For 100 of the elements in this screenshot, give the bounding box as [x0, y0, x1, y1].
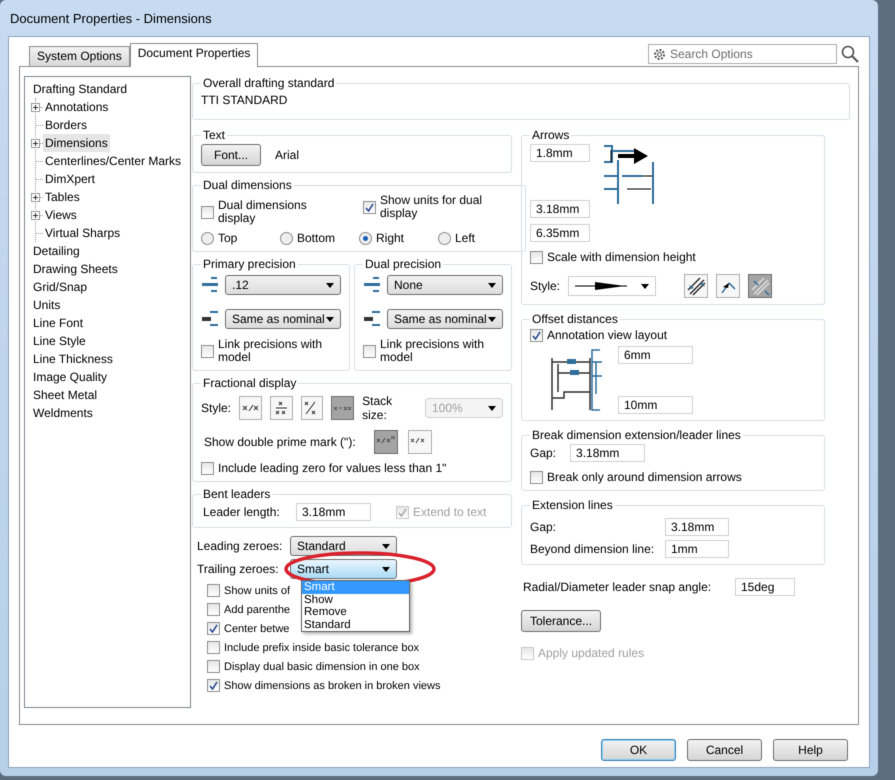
- checkbox[interactable]: [201, 344, 214, 358]
- text-field[interactable]: 15deg: [735, 578, 795, 596]
- tree-item[interactable]: Detailing: [31, 242, 82, 260]
- arrow-placement-button[interactable]: [684, 274, 708, 298]
- tree-item[interactable]: Borders: [43, 116, 90, 134]
- tree-item[interactable]: Views: [43, 206, 79, 224]
- checkbox-label: Show units for dual display: [380, 194, 484, 220]
- trailing-zeroes-dropdown[interactable]: Smart: [290, 559, 397, 579]
- expand-icon[interactable]: [31, 138, 40, 148]
- arrow-placement-icon: [750, 276, 770, 296]
- tree-item[interactable]: Virtual Sharps: [43, 224, 122, 242]
- radio-button[interactable]: [201, 232, 214, 244]
- fraction-style-button[interactable]: [239, 396, 262, 420]
- text-field[interactable]: 3.18mm: [665, 518, 729, 536]
- dropdown-option[interactable]: Standard: [302, 618, 409, 631]
- checkbox[interactable]: [201, 462, 214, 474]
- tree-item[interactable]: Image Quality: [31, 368, 110, 386]
- text-field[interactable]: 6mm: [618, 346, 693, 364]
- font-button[interactable]: Font...: [201, 144, 262, 166]
- tree-item[interactable]: Drafting Standard: [31, 80, 130, 98]
- caret-icon: [382, 544, 390, 548]
- checkbox-label: Annotation view layout: [547, 328, 668, 342]
- text-field[interactable]: 10mm: [618, 396, 693, 414]
- prime-mark-button[interactable]: [408, 430, 432, 454]
- checkbox[interactable]: [207, 641, 220, 654]
- expand-icon[interactable]: [31, 210, 40, 220]
- dropdown-option[interactable]: Remove: [302, 606, 409, 618]
- checkbox[interactable]: [207, 603, 220, 616]
- expand-icon[interactable]: [31, 192, 40, 202]
- tree-item[interactable]: Drawing Sheets: [31, 260, 120, 278]
- tree-item[interactable]: DimXpert: [43, 170, 98, 188]
- tab[interactable]: System Options: [29, 46, 130, 66]
- tolerance-dropdown[interactable]: Same as nominal: [225, 309, 341, 329]
- checkbox-label: Scale with dimension height: [547, 250, 696, 264]
- checkbox-label: Center betwe: [224, 622, 290, 634]
- tolerance-dropdown[interactable]: Same as nominal: [387, 309, 503, 329]
- text-field[interactable]: 3.18mm: [296, 503, 371, 521]
- checkbox[interactable]: [530, 328, 543, 342]
- tree-item[interactable]: Tables: [43, 188, 82, 206]
- radio-label: Top: [218, 231, 238, 245]
- expand-icon[interactable]: [31, 102, 40, 112]
- group-title: Break dimension extension/leader lines: [531, 428, 742, 442]
- checkbox[interactable]: [201, 206, 214, 218]
- tree-item[interactable]: Weldments: [31, 404, 95, 422]
- tree-item[interactable]: Line Font: [31, 314, 86, 332]
- text-field[interactable]: 1.8mm: [530, 144, 590, 162]
- checkbox-label: Dual dimensions display: [218, 199, 308, 225]
- tree-item[interactable]: Dimensions: [43, 134, 110, 152]
- trailing-zeroes-label: Trailing zeroes:: [197, 562, 280, 576]
- checkbox[interactable]: [530, 250, 543, 264]
- fraction-style-icon: [333, 406, 352, 410]
- radio-button[interactable]: [438, 232, 451, 244]
- precision-dropdown[interactable]: None: [387, 275, 503, 295]
- checkbox-label: Include prefix inside basic tolerance box: [224, 642, 420, 654]
- group-title: Bent leaders: [202, 487, 272, 501]
- tree-item[interactable]: Line Thickness: [31, 350, 115, 368]
- caret-icon: [488, 282, 496, 288]
- dropdown-option[interactable]: Show: [302, 594, 409, 606]
- tree-item[interactable]: Centerlines/Center Marks: [43, 152, 184, 170]
- tree-item[interactable]: Grid/Snap: [31, 278, 90, 296]
- group-title: Dual precision: [364, 257, 442, 271]
- dialog-button[interactable]: Help: [773, 739, 848, 761]
- checkbox[interactable]: [363, 344, 376, 358]
- radio-button[interactable]: [359, 232, 372, 244]
- precision-icon: [201, 275, 219, 295]
- checkbox-label: Apply updated rules: [538, 646, 644, 660]
- prime-mark-button[interactable]: [374, 430, 398, 454]
- checkbox[interactable]: [207, 584, 220, 597]
- checkbox[interactable]: [530, 470, 543, 484]
- snap-angle-label: Radial/Diameter leader snap angle:: [523, 580, 712, 594]
- checkbox[interactable]: [363, 200, 376, 214]
- tolerance-button[interactable]: Tolerance...: [521, 610, 602, 632]
- text-field[interactable]: 3.18mm: [530, 200, 590, 218]
- text-field[interactable]: 6.35mm: [530, 224, 590, 242]
- fraction-style-button[interactable]: [270, 396, 293, 420]
- tree-item[interactable]: Annotations: [43, 98, 110, 116]
- dialog-button[interactable]: OK: [601, 739, 676, 761]
- text-field[interactable]: 1mm: [665, 540, 729, 558]
- search-icon[interactable]: [841, 45, 859, 63]
- tree-item[interactable]: Line Style: [31, 332, 88, 350]
- checkbox[interactable]: [207, 660, 220, 673]
- tree-item[interactable]: Sheet Metal: [31, 386, 100, 404]
- group-title: Offset distances: [531, 312, 619, 326]
- fraction-style-button[interactable]: [331, 396, 354, 420]
- search-field[interactable]: Search Options: [648, 44, 837, 64]
- text-field[interactable]: 3.18mm: [570, 444, 646, 462]
- tab[interactable]: Document Properties: [130, 43, 258, 67]
- dialog-button[interactable]: Cancel: [687, 739, 762, 761]
- checkbox[interactable]: [207, 622, 220, 635]
- caret-icon: [382, 566, 390, 572]
- tree-item[interactable]: Units: [31, 296, 62, 314]
- checkbox-label: Link precisions with model: [218, 338, 324, 364]
- group-title: Dual dimensions: [202, 178, 293, 192]
- arrow-placement-button[interactable]: [716, 274, 740, 298]
- arrow-style-dropdown[interactable]: [568, 276, 656, 296]
- radio-button[interactable]: [280, 232, 293, 244]
- fraction-style-button[interactable]: [300, 396, 324, 420]
- precision-dropdown[interactable]: .12: [225, 275, 341, 295]
- arrow-placement-icon: [686, 276, 706, 296]
- checkbox[interactable]: [207, 679, 220, 692]
